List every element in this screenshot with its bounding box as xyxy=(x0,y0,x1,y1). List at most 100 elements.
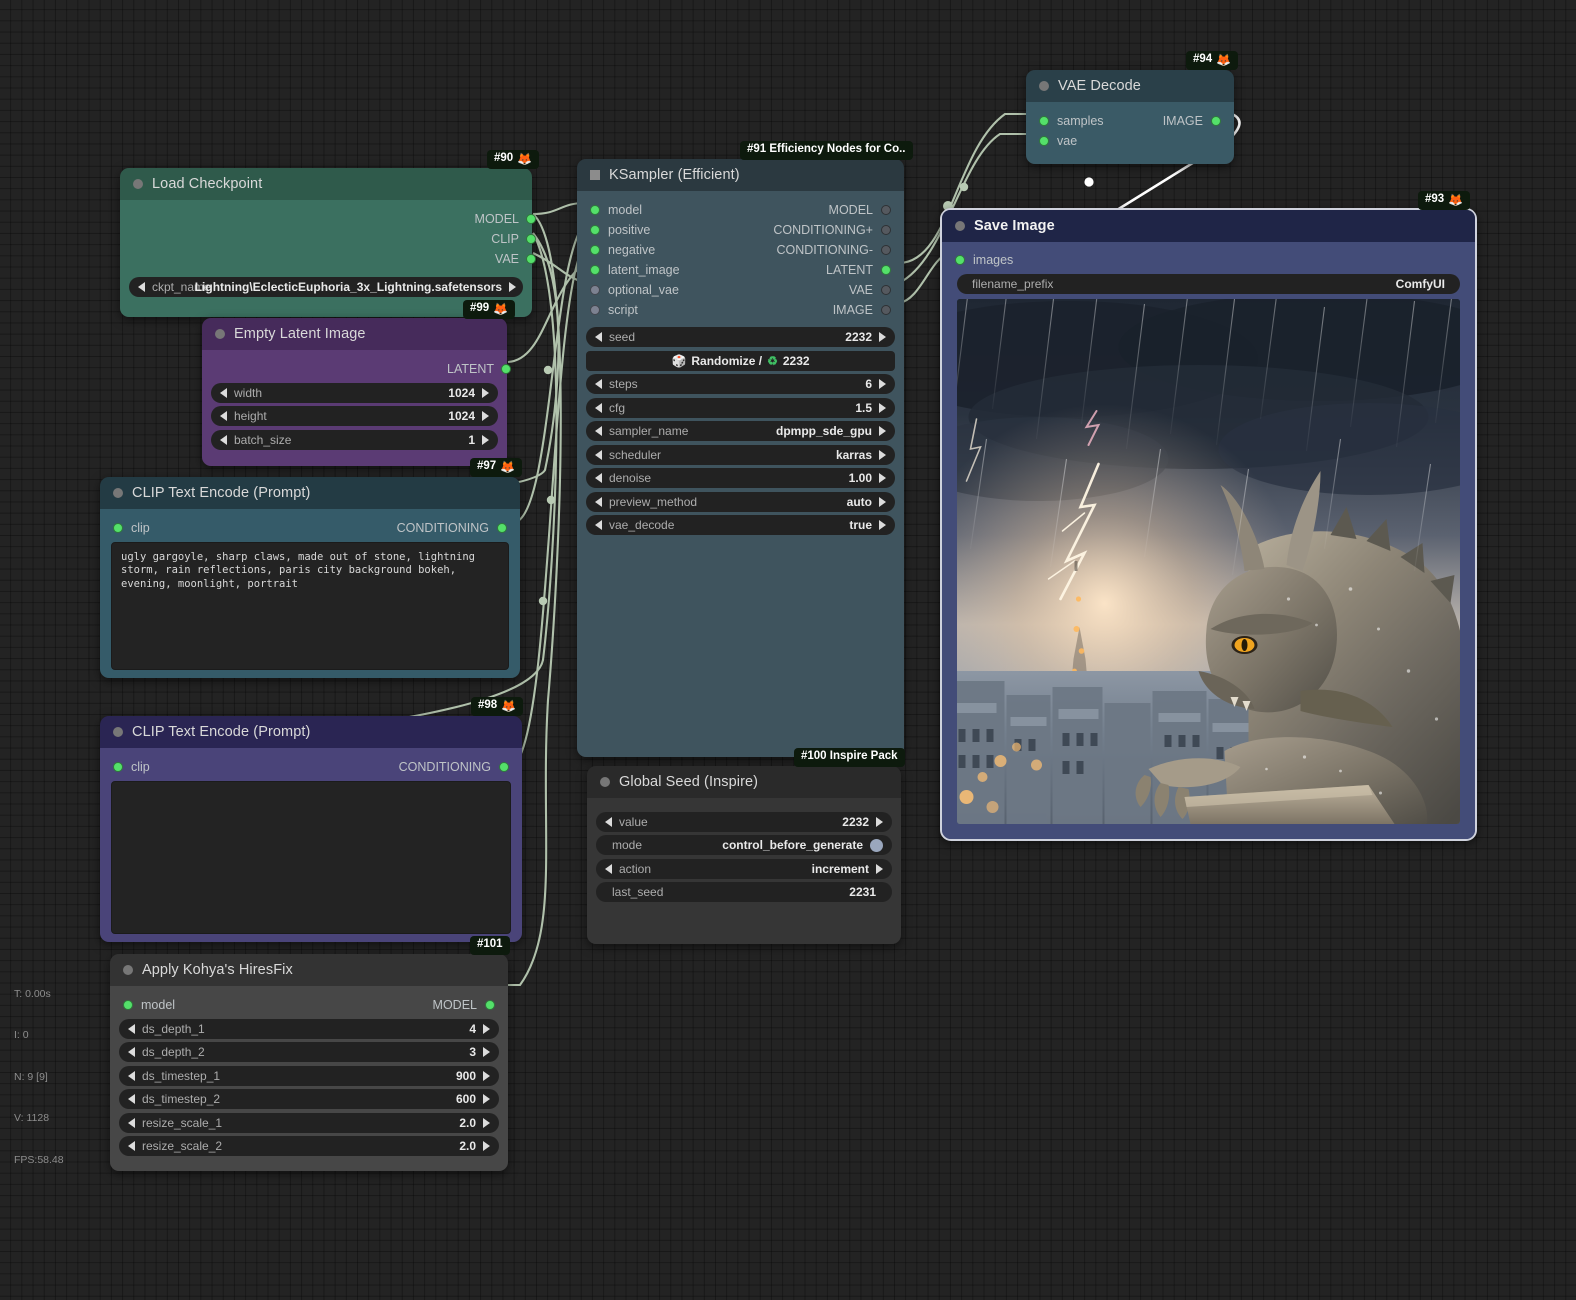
port-in-script[interactable] xyxy=(590,305,600,315)
port-out-image[interactable] xyxy=(881,305,891,315)
port-in-optional-vae[interactable] xyxy=(590,285,600,295)
widget-preview-method[interactable]: preview_method auto xyxy=(586,491,895,512)
widget-resize-scale-2[interactable]: resize_scale_2 2.0 xyxy=(119,1136,499,1156)
chevron-left-icon[interactable] xyxy=(595,402,602,413)
chevron-right-icon[interactable] xyxy=(879,520,886,530)
chevron-left-icon[interactable] xyxy=(595,426,602,436)
output-slot-model[interactable]: MODEL xyxy=(129,209,536,229)
widget-scheduler[interactable]: scheduler karras xyxy=(586,444,895,465)
slot-row-clip[interactable]: clip CONDITIONING xyxy=(109,757,513,777)
port-out-model[interactable] xyxy=(485,1000,495,1010)
chevron-right-icon[interactable] xyxy=(483,1141,490,1151)
widget-ckpt-name[interactable]: ckpt_name Lightning\EclecticEuphoria_3x_… xyxy=(129,277,523,297)
slot-row-clip[interactable]: clip CONDITIONING xyxy=(109,518,511,538)
chevron-right-icon[interactable] xyxy=(482,411,489,421)
output-slot-vae[interactable]: VAE xyxy=(129,249,536,269)
collapse-dot-icon[interactable] xyxy=(955,221,965,231)
node-apply-kohya-hiresfix[interactable]: Apply Kohya's HiresFix model MODEL ds_de… xyxy=(110,954,508,1171)
port-in-latent-image[interactable] xyxy=(590,265,600,275)
slot-row-samples[interactable]: samples IMAGE xyxy=(1035,111,1225,131)
port-out-latent[interactable] xyxy=(501,364,511,374)
node-title-bar[interactable]: Save Image xyxy=(942,210,1475,242)
port-out-latent[interactable] xyxy=(881,265,891,275)
widget-ds-depth-2[interactable]: ds_depth_2 3 xyxy=(119,1042,499,1062)
widget-denoise[interactable]: denoise 1.00 xyxy=(586,468,895,488)
slot-row-latent-image[interactable]: latent_image LATENT xyxy=(586,260,895,280)
port-out-conditioning-plus[interactable] xyxy=(881,225,891,235)
chevron-right-icon[interactable] xyxy=(509,282,517,292)
collapse-dot-icon[interactable] xyxy=(133,179,143,189)
port-out-conditioning[interactable] xyxy=(497,523,507,533)
port-in-vae[interactable] xyxy=(1039,136,1049,146)
chevron-right-icon[interactable] xyxy=(482,434,489,445)
node-clip-text-encode-positive[interactable]: CLIP Text Encode (Prompt) clip CONDITION… xyxy=(100,477,520,678)
port-out-vae[interactable] xyxy=(881,285,891,295)
port-out-conditioning[interactable] xyxy=(499,762,509,772)
chevron-left-icon[interactable] xyxy=(128,1141,135,1151)
port-in-clip[interactable] xyxy=(113,762,123,772)
chevron-right-icon[interactable] xyxy=(876,816,883,827)
node-title-bar[interactable]: CLIP Text Encode (Prompt) xyxy=(100,477,520,509)
port-in-samples[interactable] xyxy=(1039,116,1049,126)
chevron-left-icon[interactable] xyxy=(220,387,227,398)
chevron-right-icon[interactable] xyxy=(879,496,886,507)
chevron-left-icon[interactable] xyxy=(605,863,612,874)
chevron-right-icon[interactable] xyxy=(879,449,886,460)
slot-row-vae[interactable]: vae xyxy=(1035,131,1225,151)
widget-ds-timestep-2[interactable]: ds_timestep_2 600 xyxy=(119,1089,499,1109)
widget-steps[interactable]: steps 6 xyxy=(586,374,895,394)
widget-vae-decode[interactable]: vae_decode true xyxy=(586,515,895,535)
slot-row-model[interactable]: model MODEL xyxy=(119,995,499,1015)
port-in-clip[interactable] xyxy=(113,523,123,533)
chevron-right-icon[interactable] xyxy=(483,1117,490,1128)
node-empty-latent-image[interactable]: Empty Latent Image LATENT width 1024 hei… xyxy=(202,318,511,466)
chevron-right-icon[interactable] xyxy=(483,1070,490,1081)
output-slot-clip[interactable]: CLIP xyxy=(129,229,536,249)
node-title-bar[interactable]: CLIP Text Encode (Prompt) xyxy=(100,716,522,748)
node-title-bar[interactable]: VAE Decode xyxy=(1026,70,1234,102)
chevron-left-icon[interactable] xyxy=(128,1047,135,1057)
prompt-textarea[interactable]: ugly gargoyle, sharp claws, made out of … xyxy=(111,542,509,670)
port-out-vae[interactable] xyxy=(526,254,536,264)
node-title-bar[interactable]: Global Seed (Inspire) xyxy=(587,766,901,798)
port-in-negative[interactable] xyxy=(590,245,600,255)
port-in-model[interactable] xyxy=(590,205,600,215)
collapse-dot-icon[interactable] xyxy=(215,329,225,339)
port-in-positive[interactable] xyxy=(590,225,600,235)
chevron-left-icon[interactable] xyxy=(128,1094,135,1104)
node-ksampler-efficient[interactable]: KSampler (Efficient) model MODEL positiv… xyxy=(577,159,904,757)
chevron-left-icon[interactable] xyxy=(220,411,227,421)
chevron-right-icon[interactable] xyxy=(879,426,886,436)
chevron-right-icon[interactable] xyxy=(879,473,886,483)
collapse-dot-icon[interactable] xyxy=(1039,81,1049,91)
widget-randomize-button[interactable]: 🎲 Randomize / ♻ 2232 xyxy=(586,350,895,371)
port-in-images[interactable] xyxy=(955,255,965,265)
widget-action[interactable]: action increment xyxy=(596,858,892,879)
generated-image-preview[interactable] xyxy=(957,299,1460,824)
chevron-right-icon[interactable] xyxy=(879,402,886,413)
widget-cfg[interactable]: cfg 1.5 xyxy=(586,397,895,418)
collapse-dot-icon[interactable] xyxy=(123,965,133,975)
chevron-left-icon[interactable] xyxy=(220,434,227,445)
mode-toggle-icon[interactable] xyxy=(870,838,883,852)
node-title-bar[interactable]: Load Checkpoint xyxy=(120,168,532,200)
widget-width[interactable]: width 1024 xyxy=(211,382,498,403)
widget-filename-prefix[interactable]: filename_prefix ComfyUI xyxy=(957,274,1460,294)
chevron-right-icon[interactable] xyxy=(876,863,883,874)
port-out-clip[interactable] xyxy=(526,234,536,244)
port-in-model[interactable] xyxy=(123,1000,133,1010)
chevron-right-icon[interactable] xyxy=(879,332,886,342)
chevron-left-icon[interactable] xyxy=(595,449,602,460)
prompt-textarea[interactable] xyxy=(111,781,511,934)
chevron-right-icon[interactable] xyxy=(483,1047,490,1057)
node-title-bar[interactable]: Empty Latent Image xyxy=(202,318,507,350)
widget-height[interactable]: height 1024 xyxy=(211,406,498,426)
widget-ds-timestep-1[interactable]: ds_timestep_1 900 xyxy=(119,1065,499,1086)
widget-mode[interactable]: mode control_before_generate xyxy=(596,835,892,855)
chevron-left-icon[interactable] xyxy=(595,332,602,342)
collapse-dot-icon[interactable] xyxy=(600,777,610,787)
chevron-left-icon[interactable] xyxy=(128,1070,135,1081)
slot-row-images[interactable]: images xyxy=(951,250,1466,270)
chevron-left-icon[interactable] xyxy=(595,379,602,389)
widget-batch-size[interactable]: batch_size 1 xyxy=(211,429,498,450)
